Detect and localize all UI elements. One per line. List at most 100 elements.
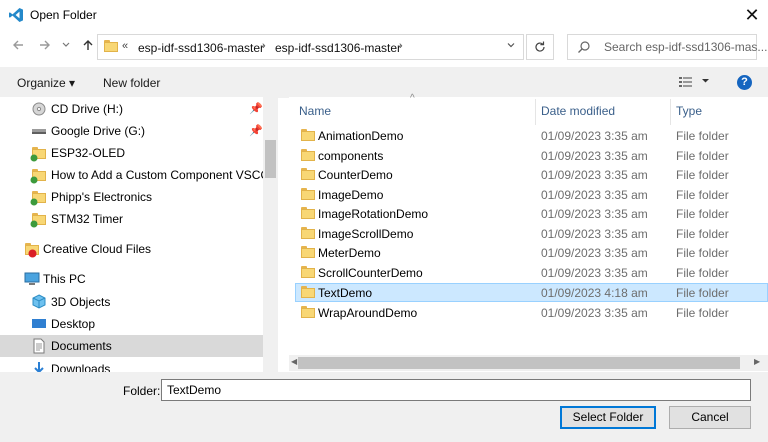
help-icon[interactable]: ?: [737, 75, 752, 90]
column-divider[interactable]: [670, 99, 671, 125]
folder-icon: [301, 207, 315, 219]
back-arrow-icon[interactable]: [9, 38, 27, 56]
table-row[interactable]: ImageScrollDemo 01/09/2023 3:35 am File …: [295, 224, 768, 243]
file-date: 01/09/2023 3:35 am: [541, 188, 648, 202]
table-row[interactable]: WrapAroundDemo 01/09/2023 3:35 am File f…: [295, 303, 768, 322]
sidebar-item-label: Documents: [51, 339, 112, 353]
refresh-button[interactable]: [526, 34, 554, 60]
file-list[interactable]: ^ Name Date modified Type AnimationDemo …: [289, 93, 768, 372]
sync-badge-icon: [30, 220, 38, 228]
file-name: MeterDemo: [318, 246, 381, 260]
breadcrumb-item[interactable]: esp-idf-ssd1306-master: [138, 41, 264, 55]
sidebar-item-desktop[interactable]: Desktop: [0, 313, 263, 335]
chevron-down-icon[interactable]: [60, 38, 72, 56]
file-type: File folder: [676, 129, 729, 143]
navigation-scrollbar[interactable]: [263, 97, 278, 372]
file-name: ScrollCounterDemo: [318, 266, 423, 280]
breadcrumb-item[interactable]: esp-idf-ssd1306-master: [275, 41, 401, 55]
folder-icon: [301, 306, 315, 318]
navigation-pane[interactable]: CD Drive (H:) 📌 Google Drive (G:) 📌 ESP3…: [0, 97, 278, 372]
forward-arrow-icon[interactable]: [36, 38, 54, 56]
select-folder-button[interactable]: Select Folder: [560, 406, 656, 429]
file-date: 01/09/2023 3:35 am: [541, 129, 648, 143]
sidebar-item-label: Google Drive (G:): [51, 124, 146, 138]
sidebar-item-label: Downloads: [51, 362, 111, 372]
sidebar-item-downloads[interactable]: Downloads: [0, 358, 263, 372]
sidebar-item-creative-cloud[interactable]: Creative Cloud Files: [0, 238, 263, 260]
file-name: TextDemo: [318, 286, 373, 300]
folder-icon: [301, 129, 315, 141]
search-input[interactable]: Search esp-idf-ssd1306-mas...: [567, 34, 767, 60]
column-header-date[interactable]: Date modified: [541, 104, 615, 118]
folder-label: Folder:: [123, 384, 161, 398]
table-row[interactable]: ImageRotationDemo 01/09/2023 3:35 am Fil…: [295, 204, 768, 223]
3d-objects-icon: [32, 294, 46, 309]
file-date: 01/09/2023 3:35 am: [541, 246, 648, 260]
table-row[interactable]: MeterDemo 01/09/2023 3:35 am File folder: [295, 243, 768, 262]
close-icon[interactable]: ✕: [738, 2, 766, 28]
file-type: File folder: [676, 246, 729, 260]
horizontal-scrollbar-thumb[interactable]: [298, 357, 740, 369]
sidebar-item-this-pc[interactable]: This PC: [0, 268, 263, 290]
table-row[interactable]: components 01/09/2023 3:35 am File folde…: [295, 146, 768, 165]
sidebar-item-3d-objects[interactable]: 3D Objects: [0, 291, 263, 313]
view-dropdown-icon[interactable]: [701, 76, 710, 87]
folder-icon: [301, 188, 315, 200]
sidebar-item-esp32-oled[interactable]: ESP32-OLED: [0, 142, 263, 164]
up-arrow-icon[interactable]: [79, 38, 97, 56]
file-type: File folder: [676, 168, 729, 182]
table-row[interactable]: CounterDemo 01/09/2023 3:35 am File fold…: [295, 165, 768, 184]
file-type: File folder: [676, 188, 729, 202]
creative-cloud-badge-icon: [28, 249, 37, 258]
table-row[interactable]: ScrollCounterDemo 01/09/2023 3:35 am Fil…: [295, 263, 768, 282]
command-bar: Organize ▾ New folder ?: [0, 67, 768, 98]
column-header-type[interactable]: Type: [676, 104, 702, 118]
file-name: CounterDemo: [318, 168, 393, 182]
search-icon: [577, 40, 591, 57]
view-options-icon[interactable]: [678, 75, 694, 92]
table-row[interactable]: ImageDemo 01/09/2023 3:35 am File folder: [295, 185, 768, 204]
address-dropdown-icon[interactable]: [502, 39, 520, 57]
folder-name-input[interactable]: [161, 379, 751, 401]
pin-icon: 📌: [249, 103, 263, 115]
address-bar[interactable]: « esp-idf-ssd1306-master › esp-idf-ssd13…: [97, 34, 524, 60]
sidebar-item-phipps-electronics[interactable]: Phipp's Electronics: [0, 186, 263, 208]
file-date: 01/09/2023 3:35 am: [541, 149, 648, 163]
cancel-button[interactable]: Cancel: [669, 406, 751, 429]
desktop-icon: [32, 319, 46, 328]
scroll-right-icon[interactable]: ▶: [754, 357, 760, 366]
search-placeholder: Search esp-idf-ssd1306-mas...: [604, 40, 768, 54]
file-date: 01/09/2023 3:35 am: [541, 266, 648, 280]
sidebar-item-cd-drive[interactable]: CD Drive (H:) 📌: [0, 98, 263, 120]
sidebar-item-label: How to Add a Custom Component VSCOD: [51, 168, 278, 182]
sidebar-item-custom-component[interactable]: How to Add a Custom Component VSCOD: [0, 164, 278, 186]
sidebar-item-google-drive[interactable]: Google Drive (G:) 📌: [0, 120, 263, 142]
sidebar-item-label: 3D Objects: [51, 295, 111, 309]
column-header-name[interactable]: Name: [299, 104, 331, 118]
breadcrumb-overflow[interactable]: «: [122, 40, 128, 52]
sidebar-item-documents[interactable]: Documents: [0, 335, 263, 357]
sidebar-item-label: ESP32-OLED: [51, 146, 126, 160]
sidebar-item-stm32-timer[interactable]: STM32 Timer: [0, 208, 263, 230]
new-folder-button[interactable]: New folder: [103, 76, 160, 90]
file-name: WrapAroundDemo: [318, 306, 418, 320]
folder-icon: [301, 168, 315, 180]
sidebar-item-label: This PC: [43, 272, 86, 286]
navigation-scrollbar-thumb[interactable]: [265, 140, 276, 178]
file-name: ImageDemo: [318, 188, 384, 202]
organize-button[interactable]: Organize ▾: [17, 76, 75, 90]
column-divider[interactable]: [535, 99, 536, 125]
sync-badge-icon: [30, 176, 38, 184]
sidebar-item-label: STM32 Timer: [51, 212, 124, 226]
sidebar-item-label: Creative Cloud Files: [43, 242, 152, 256]
file-type: File folder: [676, 266, 729, 280]
table-row[interactable]: AnimationDemo 01/09/2023 3:35 am File fo…: [295, 126, 768, 145]
table-row-selected[interactable]: TextDemo 01/09/2023 4:18 am File folder: [295, 283, 768, 302]
breadcrumb-separator[interactable]: ›: [399, 40, 403, 52]
file-name: ImageRotationDemo: [318, 207, 429, 221]
breadcrumb-separator[interactable]: ›: [262, 40, 266, 52]
file-date: 01/09/2023 3:35 am: [541, 168, 648, 182]
folder-icon: [301, 286, 315, 298]
file-date: 01/09/2023 3:35 am: [541, 306, 648, 320]
scroll-left-icon[interactable]: ◀: [291, 357, 297, 366]
